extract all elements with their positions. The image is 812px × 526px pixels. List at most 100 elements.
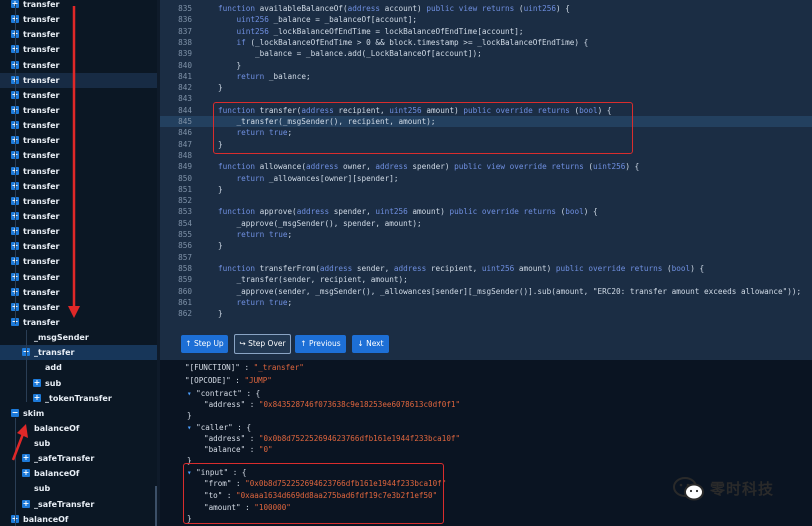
tree-node-balanceof[interactable]: balanceOf: [0, 421, 157, 436]
code-line: 849 function allowance(address owner, add…: [160, 161, 812, 172]
code-text: uint256 _lockBalanceOfEndTime = lockBala…: [236, 26, 524, 36]
line-number: 862: [178, 309, 192, 319]
tree-node-skim[interactable]: − skim: [0, 406, 157, 421]
tree-node-transfer[interactable]: +transfer: [0, 300, 157, 315]
expand-icon[interactable]: +: [33, 378, 41, 387]
tree-node-transfer[interactable]: +transfer: [0, 103, 157, 118]
tree-node-transfer[interactable]: −transfer: [0, 315, 157, 330]
expand-icon[interactable]: +: [33, 393, 41, 402]
code-text: }: [218, 309, 223, 319]
code-line: 859 _transfer(sender, recipient, amount)…: [160, 274, 812, 285]
tree-node-label: _msgSender: [34, 333, 89, 343]
tree-node-msgsender[interactable]: _msgSender: [0, 330, 157, 345]
tree-node-transfer[interactable]: +transfer: [0, 148, 157, 163]
sidebar-scrollbar[interactable]: [155, 486, 157, 526]
collapse-icon[interactable]: −: [11, 408, 19, 417]
tree-guide-line: [15, 418, 16, 526]
line-number: 849: [178, 162, 192, 172]
code-text: function approve(address spender, uint25…: [218, 207, 598, 217]
tree-node-label: skim: [23, 408, 45, 418]
expand-arrow-icon[interactable]: ▾: [187, 423, 192, 432]
tree-node-label: _tokenTransfer: [45, 393, 112, 403]
next-label: Next: [366, 339, 384, 348]
line-number: 839: [178, 49, 192, 59]
expand-icon[interactable]: +: [22, 454, 30, 463]
code-text: return true;: [236, 230, 293, 239]
function-key: "[FUNCTION]": [185, 363, 240, 372]
tree-node-sub[interactable]: + sub: [0, 376, 157, 391]
tree-node-label: transfer: [23, 257, 60, 267]
tree-node-label: sub: [45, 378, 62, 388]
tree-node-transfer[interactable]: +transfer: [0, 0, 157, 12]
tree-node-label: _transfer: [34, 348, 75, 358]
expand-icon[interactable]: +: [22, 469, 30, 478]
code-line: 854 _approve(_msgSender(), spender, amou…: [160, 218, 812, 229]
tree-node-transfer[interactable]: +transfer: [0, 224, 157, 239]
tree-node-label: sub: [34, 484, 51, 494]
step-over-button[interactable]: ↪ Step Over: [234, 334, 291, 354]
tree-node-transfer[interactable]: +transfer: [0, 42, 157, 57]
tree-node-label: transfer: [23, 181, 60, 191]
line-number: 848: [178, 150, 192, 160]
tree-node-sub[interactable]: sub: [0, 436, 157, 451]
code-line: 856}: [160, 240, 812, 251]
tree-node-transfer[interactable]: +transfer: [0, 179, 157, 194]
code-line: 840 }: [160, 60, 812, 71]
next-button[interactable]: ↓ Next: [352, 335, 389, 353]
tree-node-transfer[interactable]: +transfer: [0, 12, 157, 27]
code-text: }: [218, 83, 223, 93]
caller-address-key: "address": [204, 434, 246, 443]
line-number: 835: [178, 4, 192, 13]
code-text: function transferFrom(address sender, ad…: [218, 263, 705, 273]
tree-node-label: transfer: [23, 242, 60, 252]
arrow-up-icon: ↑: [300, 339, 307, 348]
tree-node-transfer[interactable]: +transfer: [0, 270, 157, 285]
tree-node-tokentransfer[interactable]: + _tokenTransfer: [0, 391, 157, 406]
expand-arrow-icon[interactable]: ▾: [187, 389, 192, 398]
opcode-value: "JUMP": [244, 376, 272, 385]
tree-node-transfer[interactable]: +transfer: [0, 254, 157, 269]
input-params-highlight-box: [183, 463, 444, 524]
opcode-key: "[OPCODE]": [185, 376, 231, 385]
line-number: 842: [178, 83, 192, 93]
tree-node-safetransfer[interactable]: + _safeTransfer: [0, 497, 157, 512]
tree-node-sub[interactable]: sub: [0, 481, 157, 496]
tree-node-transfer[interactable]: +transfer: [0, 133, 157, 148]
tree-node-balanceof[interactable]: +balanceOf: [0, 512, 157, 526]
tree-node-label: transfer: [23, 60, 60, 70]
tree-node-transfer[interactable]: +transfer: [0, 58, 157, 73]
expand-icon[interactable]: +: [22, 499, 30, 508]
step-up-label: Step Up: [193, 339, 224, 348]
tree-node-transfer[interactable]: +transfer: [0, 27, 157, 42]
tree-node-transfer[interactable]: +transfer: [0, 239, 157, 254]
line-number: 861: [178, 297, 192, 307]
code-line: 838 if (_lockBalanceOfEndTime > 0 && blo…: [160, 37, 812, 48]
previous-button[interactable]: ↑ Previous: [295, 335, 346, 353]
code-text: }: [218, 60, 242, 70]
tree-node-transfer[interactable]: +transfer: [0, 72, 157, 88]
tree-node-transfer[interactable]: +transfer: [0, 164, 157, 179]
tree-node-label: transfer: [23, 30, 60, 40]
tree-node-transfer[interactable]: +transfer: [0, 285, 157, 300]
caller-balance-value: "0": [258, 445, 273, 454]
tree-node-label: transfer: [23, 90, 60, 100]
tree-node-label: transfer: [23, 136, 60, 146]
line-number: 857: [178, 252, 192, 262]
tree-node-safetransfer[interactable]: + _safeTransfer: [0, 451, 157, 466]
line-number: 845: [178, 117, 192, 126]
tree-node-transfer[interactable]: +transfer: [0, 209, 157, 224]
tree-node-balanceof[interactable]: +balanceOf: [0, 466, 157, 481]
tree-node-transfer[interactable]: −_transfer: [0, 345, 157, 361]
tree-node-transfer[interactable]: +transfer: [0, 194, 157, 209]
tree-node-transfer[interactable]: +transfer: [0, 118, 157, 133]
tree-node-label: transfer: [23, 317, 60, 327]
tree-node-add[interactable]: add: [0, 360, 157, 375]
code-line: 853 function approve(address spender, uin…: [160, 206, 812, 217]
step-up-button[interactable]: ↑ Step Up: [181, 335, 228, 353]
tree-guide-line: [26, 330, 27, 402]
tree-node-transfer[interactable]: +transfer: [0, 88, 157, 103]
line-number: 855: [178, 230, 192, 239]
function-value: "_transfer": [253, 363, 304, 372]
line-number: 851: [178, 184, 192, 194]
line-number: 850: [178, 173, 192, 183]
